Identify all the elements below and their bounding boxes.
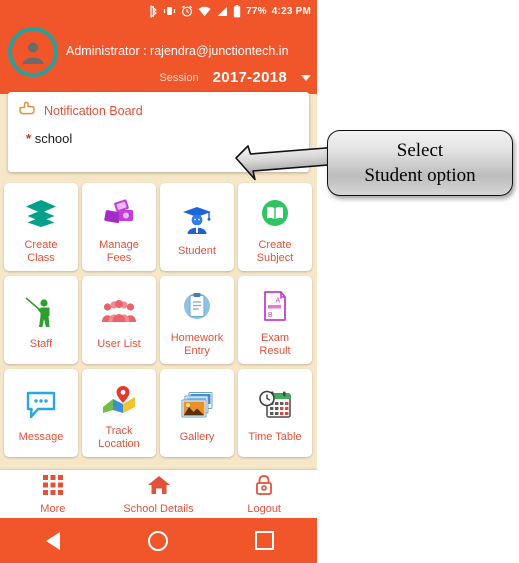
map-pin-icon bbox=[101, 380, 137, 418]
recents-square-icon bbox=[254, 531, 274, 550]
user-avatar-icon bbox=[22, 42, 44, 64]
tile-label: Manage Fees bbox=[99, 239, 139, 264]
home-circle-icon bbox=[148, 530, 169, 551]
bottom-item-more[interactable]: More bbox=[0, 474, 106, 515]
pointing-hand-icon bbox=[18, 100, 36, 121]
tile-message[interactable]: Message bbox=[4, 369, 78, 457]
speech-bubble-icon bbox=[25, 386, 57, 424]
layers-icon bbox=[24, 194, 58, 232]
wifi-icon bbox=[198, 6, 211, 17]
clock-label: 4:23 PM bbox=[271, 5, 311, 17]
session-value: 2017-2018 bbox=[212, 69, 287, 86]
signal-icon bbox=[216, 6, 228, 17]
tile-label: Time Table bbox=[248, 431, 302, 444]
tile-homework-entry[interactable]: Homework Entry bbox=[160, 276, 234, 364]
tile-label: Create Class bbox=[24, 239, 58, 264]
dashboard-grid: Create Class Manage Fees Student Create … bbox=[4, 183, 313, 457]
bluetooth-icon bbox=[149, 4, 158, 18]
tile-label: User List bbox=[97, 338, 141, 351]
clipboard-icon bbox=[181, 287, 213, 325]
alarm-icon bbox=[181, 5, 193, 17]
bottom-item-label: More bbox=[40, 502, 66, 515]
svg-text:A: A bbox=[276, 298, 281, 305]
session-label: Session bbox=[159, 71, 199, 84]
bottom-toolbar: More School Details Logout bbox=[0, 470, 317, 518]
chevron-down-icon[interactable] bbox=[301, 74, 311, 81]
tile-label: Message bbox=[18, 431, 64, 444]
photos-icon bbox=[180, 386, 214, 424]
battery-percent-label: 77% bbox=[246, 5, 267, 17]
nav-recents-button[interactable] bbox=[244, 521, 284, 561]
lock-icon bbox=[254, 474, 274, 501]
grade-sheet-icon: A B bbox=[261, 287, 289, 325]
notification-bullet: * bbox=[26, 131, 32, 146]
back-triangle-icon bbox=[45, 531, 60, 550]
money-icon bbox=[102, 194, 136, 232]
tile-label: Gallery bbox=[179, 431, 215, 444]
avatar[interactable] bbox=[8, 27, 58, 77]
people-group-icon bbox=[101, 293, 137, 331]
phone-screenshot: 77% 4:23 PM Administrator : rajendra@jun… bbox=[0, 0, 317, 563]
bottom-item-label: School Details bbox=[123, 502, 194, 515]
bottom-item-logout[interactable]: Logout bbox=[211, 474, 317, 515]
tile-exam-result[interactable]: A B Exam Result bbox=[238, 276, 312, 364]
tile-label: Homework Entry bbox=[170, 332, 224, 357]
tile-staff[interactable]: Staff bbox=[4, 276, 78, 364]
nav-home-button[interactable] bbox=[138, 521, 178, 561]
home-icon bbox=[147, 474, 171, 501]
administrator-label: Administrator : rajendra@junctiontech.in bbox=[66, 44, 289, 58]
tile-track-location[interactable]: Track Location bbox=[82, 369, 156, 457]
tile-gallery[interactable]: Gallery bbox=[160, 369, 234, 457]
tile-label: Exam Result bbox=[259, 332, 291, 357]
android-status-bar: 77% 4:23 PM bbox=[0, 0, 317, 22]
android-nav-bar bbox=[0, 518, 317, 563]
teacher-pointer-icon bbox=[24, 293, 58, 331]
annotation-line-1: Select bbox=[396, 140, 444, 161]
tile-label: Staff bbox=[29, 338, 53, 351]
annotation-line-2: Student option bbox=[364, 165, 476, 186]
svg-text:B: B bbox=[268, 312, 273, 319]
grid-menu-icon bbox=[42, 474, 64, 501]
grid-row: Staff User List Homework Entry A B Exam … bbox=[4, 276, 313, 364]
calendar-clock-icon bbox=[258, 386, 292, 424]
grid-row: Message Track Location Gallery Time Tabl… bbox=[4, 369, 313, 457]
session-selector[interactable]: Session 2017-2018 bbox=[159, 69, 311, 86]
tile-create-class[interactable]: Create Class bbox=[4, 183, 78, 271]
battery-icon bbox=[233, 4, 241, 18]
nav-back-button[interactable] bbox=[33, 521, 73, 561]
tile-manage-fees[interactable]: Manage Fees bbox=[82, 183, 156, 271]
notification-board-header: Notification Board bbox=[8, 92, 309, 121]
tile-user-list[interactable]: User List bbox=[82, 276, 156, 364]
tile-label: Track Location bbox=[98, 425, 140, 450]
vibrate-icon bbox=[163, 5, 176, 17]
app-header: Administrator : rajendra@junctiontech.in… bbox=[0, 22, 317, 94]
notification-board-title: Notification Board bbox=[44, 103, 143, 118]
bottom-item-school-details[interactable]: School Details bbox=[106, 474, 212, 515]
annotation-callout: Select Student option bbox=[327, 130, 513, 196]
notification-item-text: school bbox=[34, 131, 73, 146]
tile-time-table[interactable]: Time Table bbox=[238, 369, 312, 457]
bottom-item-label: Logout bbox=[247, 502, 281, 515]
tile-label: Student bbox=[178, 245, 216, 258]
tile-label: Create Subject bbox=[256, 239, 294, 264]
